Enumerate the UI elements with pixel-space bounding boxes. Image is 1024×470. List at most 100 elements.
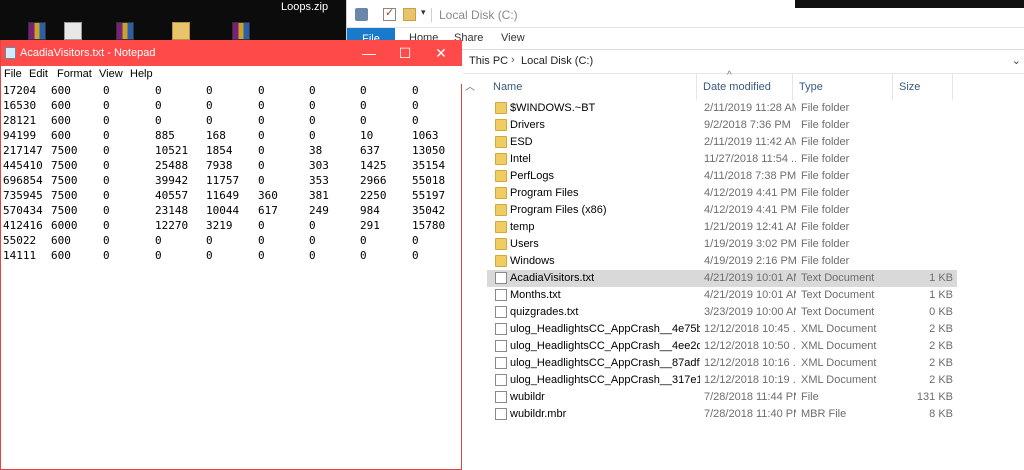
text-value: 0 (206, 249, 213, 262)
file-name: AcadiaVisitors.txt (510, 272, 595, 284)
file-row[interactable]: ESD 2/11/2019 11:42 AM File folder (487, 134, 957, 151)
file-row[interactable]: ulog_HeadlightsCC_AppCrash__4ee2d26... 12… (487, 338, 957, 355)
file-row[interactable]: Program Files (x86) 4/12/2019 4:41 PM File… (487, 202, 957, 219)
text-value: 94199 (3, 129, 37, 142)
text-line: 412416 6000 0 12270 3219 0 0 291 15780 (1, 219, 462, 234)
file-type: File folder (801, 170, 850, 182)
text-value: 0 (206, 234, 213, 247)
file-row[interactable]: temp 1/21/2019 12:41 AM File folder (487, 219, 957, 236)
file-row[interactable]: Intel 11/27/2018 11:54 ... File folder (487, 151, 957, 168)
notepad-text-area[interactable]: 17204 600 0 0 0 0 0 0 0 16530 600 0 0 0 0 0 0 0 28121 600 0 0… (1, 84, 462, 470)
text-value: 55018 (412, 174, 446, 187)
text-value: 0 (103, 219, 110, 232)
maximize-button[interactable]: ☐ (385, 42, 425, 64)
file-row[interactable]: Users 1/19/2019 3:02 PM File folder (487, 236, 957, 253)
text-line: 28121 600 0 0 0 0 0 0 0 (1, 114, 462, 129)
column-size[interactable]: Size (893, 74, 953, 100)
menu-file[interactable]: File (4, 68, 22, 80)
file-date-modified: 4/21/2019 10:01 AM (704, 272, 796, 284)
quick-access-dropdown-icon[interactable]: ▾ (421, 7, 426, 18)
file-type: File folder (801, 119, 850, 131)
notepad-titlebar[interactable]: AcadiaVisitors.txt - Notepad — ☐ ✕ (1, 40, 462, 66)
breadcrumb-this-pc[interactable]: This PC (469, 55, 508, 67)
rar-archive-icon[interactable] (232, 22, 250, 40)
text-value: 11649 (206, 189, 240, 202)
file-name: ulog_HeadlightsCC_AppCrash__4ee2d26... (510, 340, 700, 352)
text-line: 94199 600 0 885 168 0 0 10 1063 (1, 129, 462, 144)
notepad-title: AcadiaVisitors.txt - Notepad (20, 47, 156, 59)
file-row[interactable]: PerfLogs 4/11/2018 7:38 PM File folder (487, 168, 957, 185)
file-date-modified: 9/2/2018 7:36 PM (704, 119, 791, 131)
file-type: File folder (801, 238, 850, 250)
column-date-modified[interactable]: Date modified (697, 74, 793, 100)
properties-icon[interactable] (383, 6, 396, 21)
file-date-modified: 12/12/2018 10:45 ... (704, 323, 796, 335)
folder-icon[interactable] (172, 22, 190, 40)
folder-icon (495, 255, 507, 267)
text-value: 0 (155, 234, 162, 247)
file-size: 2 KB (929, 374, 953, 386)
file-row[interactable]: AcadiaVisitors.txt 4/21/2019 10:01 AM Text… (487, 270, 957, 287)
file-row[interactable]: wubildr 7/28/2018 11:44 PM File 131 KB (487, 389, 957, 406)
file-icon (495, 272, 507, 284)
file-type: File folder (801, 221, 850, 233)
address-bar[interactable]: This PC › Local Disk (C:) ⌄ (463, 50, 1024, 74)
close-button[interactable]: ✕ (421, 42, 461, 64)
menu-view[interactable]: View (99, 68, 123, 80)
file-date-modified: 2/11/2019 11:28 AM (704, 102, 796, 114)
menu-edit[interactable]: Edit (29, 68, 48, 80)
file-row[interactable]: ulog_HeadlightsCC_AppCrash__87adfad4... 1… (487, 355, 957, 372)
column-headers: Name ^ Date modified Type Size (487, 70, 1024, 100)
breadcrumb-local-disk[interactable]: Local Disk (C:) (521, 55, 593, 67)
text-value: 0 (412, 234, 419, 247)
text-value: 0 (258, 84, 265, 97)
this-pc-icon[interactable] (355, 8, 368, 21)
chevron-down-icon[interactable]: ⌄ (1012, 54, 1021, 67)
text-value: 0 (360, 249, 367, 262)
chevron-right-icon[interactable]: › (511, 54, 515, 66)
desktop-icon-label[interactable]: Loops.zip (281, 1, 328, 13)
file-type: File folder (801, 187, 850, 199)
text-value: 55022 (3, 234, 37, 247)
folder-icon (495, 204, 507, 216)
file-type: XML Document (801, 323, 877, 335)
column-name[interactable]: Name (487, 74, 697, 100)
column-type[interactable]: Type (793, 74, 893, 100)
file-row[interactable]: Drivers 9/2/2018 7:36 PM File folder (487, 117, 957, 134)
chevron-up-icon[interactable]: ︿ (465, 78, 475, 93)
file-row[interactable]: wubildr.mbr 7/28/2018 11:40 PM MBR File 8 K… (487, 406, 957, 423)
explorer-title: Local Disk (C:) (439, 8, 518, 22)
explorer-titlebar[interactable]: ▾ Local Disk (C:) (347, 0, 1024, 28)
file-row[interactable]: $WINDOWS.~BT 2/11/2019 11:28 AM File folde… (487, 100, 957, 117)
file-date-modified: 4/21/2019 10:01 AM (704, 289, 796, 301)
text-value: 13050 (412, 144, 446, 157)
minimize-button[interactable]: — (349, 42, 389, 64)
document-icon[interactable] (64, 22, 82, 40)
menu-format[interactable]: Format (57, 68, 92, 80)
file-date-modified: 4/12/2019 4:41 PM (704, 187, 796, 199)
tab-view[interactable]: View (501, 32, 525, 44)
text-value: 10 (360, 129, 374, 142)
file-row[interactable]: Windows 4/19/2019 2:16 PM File folder (487, 253, 957, 270)
text-value: 0 (103, 129, 110, 142)
file-row[interactable]: ulog_HeadlightsCC_AppCrash__4e75b79... 12… (487, 321, 957, 338)
file-type: File folder (801, 255, 850, 267)
file-row[interactable]: quizgrades.txt 3/23/2019 10:00 AM Text Doc… (487, 304, 957, 321)
file-name: ulog_HeadlightsCC_AppCrash__317e1544... (510, 374, 700, 386)
text-value: 0 (155, 99, 162, 112)
text-line: 55022 600 0 0 0 0 0 0 0 (1, 234, 462, 249)
file-name: Program Files (510, 187, 579, 199)
menu-help[interactable]: Help (130, 68, 153, 80)
rar-archive-icon[interactable] (116, 22, 134, 40)
rar-archive-icon[interactable] (28, 22, 46, 40)
file-row[interactable]: Program Files 4/12/2019 4:41 PM File folde… (487, 185, 957, 202)
text-value: 600 (51, 84, 71, 97)
text-value: 291 (360, 219, 380, 232)
text-value: 600 (51, 114, 71, 127)
new-folder-icon[interactable] (403, 8, 416, 21)
file-row[interactable]: Months.txt 4/21/2019 10:01 AM Text Documen… (487, 287, 957, 304)
file-row[interactable]: ulog_HeadlightsCC_AppCrash__317e1544... 1… (487, 372, 957, 389)
text-value: 0 (309, 99, 316, 112)
file-name: wubildr (510, 391, 545, 403)
notepad-icon[interactable] (5, 47, 16, 59)
